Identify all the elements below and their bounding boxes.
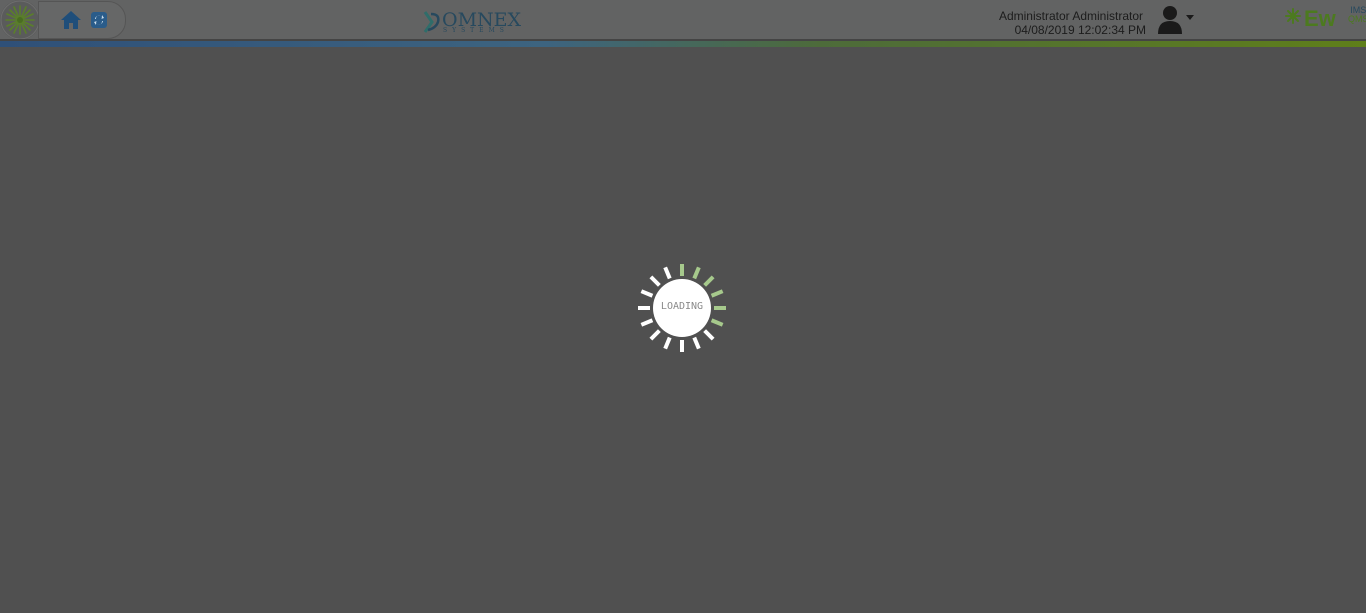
loading-label: LOADING — [660, 301, 704, 312]
spinner-ray — [703, 329, 715, 341]
spinner-ray — [692, 336, 701, 350]
nav-button-group — [38, 1, 126, 39]
spinner-ray — [710, 289, 724, 298]
spinner-ray — [640, 318, 654, 327]
omnex-mark-icon — [423, 11, 440, 33]
app-logo-superscript: IMS QMS — [1348, 6, 1366, 24]
spinner-ray — [649, 275, 661, 287]
spinner-ray — [663, 266, 672, 280]
app-logo-qms: QMS — [1348, 14, 1366, 24]
chevron-down-icon[interactable] — [1186, 15, 1194, 20]
loading-spinner: LOADING — [636, 262, 728, 354]
user-icon[interactable] — [1157, 4, 1183, 34]
spinner-ray — [649, 329, 661, 341]
spinner-ray — [640, 289, 654, 298]
app-header: OMNEX SYSTEMS Administrator Administrato… — [0, 0, 1366, 40]
spinner-ray — [663, 336, 672, 350]
spinner-ray — [703, 275, 715, 287]
user-name: Administrator Administrator — [998, 9, 1143, 23]
home-icon[interactable] — [60, 9, 82, 31]
header-accent-bar — [0, 39, 1366, 47]
refresh-icon[interactable] — [89, 10, 111, 32]
sunburst-logo-icon[interactable] — [0, 0, 40, 40]
app-logo-name: Ew — [1304, 6, 1336, 31]
spinner-ray — [692, 266, 701, 280]
spinner-ray — [710, 318, 724, 327]
flower-icon — [1285, 8, 1301, 24]
current-datetime: 04/08/2019 12:02:34 PM — [1014, 23, 1146, 37]
ewqms-logo: Ew IMS QMS — [1284, 4, 1366, 34]
brand-tagline: SYSTEMS — [443, 27, 509, 34]
